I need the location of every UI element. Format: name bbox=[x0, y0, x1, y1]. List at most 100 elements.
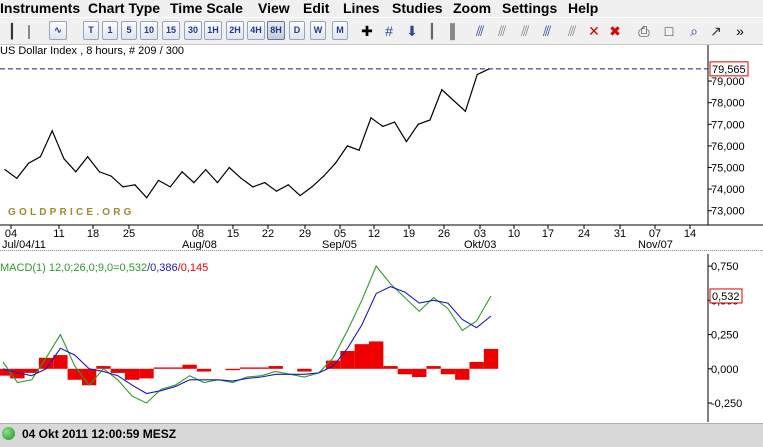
timeframe-5-button[interactable]: 5 bbox=[121, 21, 137, 40]
status-datetime: 04 Okt 2011 12:00:59 MESZ bbox=[22, 427, 177, 441]
menu-lines[interactable]: Lines bbox=[343, 0, 380, 16]
price-data-point bbox=[358, 149, 360, 151]
macd-histogram-bar bbox=[239, 367, 255, 369]
x-tick-label: 10 bbox=[508, 228, 520, 240]
macd-histogram-bar bbox=[254, 367, 269, 369]
x-tick-label: 24 bbox=[578, 228, 590, 240]
x-tick-label: 26 bbox=[438, 228, 450, 240]
macd-histogram-bar bbox=[139, 368, 154, 379]
menu-edit[interactable]: Edit bbox=[303, 0, 329, 16]
price-data-point bbox=[311, 186, 313, 188]
x-tick-label: 25 bbox=[123, 228, 135, 240]
price-chart-panel[interactable]: US Dollar Index , 8 hours, # 209 / 300 7… bbox=[0, 45, 763, 251]
macd-histogram-bar bbox=[125, 368, 140, 380]
price-data-point bbox=[146, 197, 148, 199]
chart-header-label: US Dollar Index , 8 hours, # 209 / 300 bbox=[0, 45, 185, 57]
macd-header-macd: 0,532 bbox=[119, 262, 148, 274]
ohlc-bars-icon[interactable]: ┃ bbox=[3, 21, 21, 41]
close-x-icon[interactable]: ✕ bbox=[585, 21, 603, 41]
price-data-point bbox=[39, 156, 42, 158]
price-data-point bbox=[464, 110, 466, 112]
grid-icon[interactable]: # bbox=[380, 21, 398, 41]
price-data-point bbox=[193, 182, 195, 184]
macd-chart-svg[interactable]: 0,7500,5000,2500,000-0,2500,532 bbox=[0, 254, 763, 422]
macd-histogram-bar bbox=[196, 368, 212, 372]
x-tick-label: 17 bbox=[542, 228, 554, 240]
indicator-b-icon[interactable]: ⫻ bbox=[493, 21, 511, 41]
timeframe-4h-button[interactable]: 4H bbox=[247, 21, 265, 40]
ohlc-alt-icon[interactable]: ∣ bbox=[20, 21, 38, 41]
price-data-point bbox=[405, 140, 407, 143]
x-tick-label: 11 bbox=[53, 228, 64, 240]
timeframe-15-button[interactable]: 15 bbox=[162, 21, 180, 40]
macd-histogram-bar bbox=[325, 360, 341, 369]
macd-histogram-bar bbox=[455, 368, 470, 380]
timeframe-10-button[interactable]: 10 bbox=[140, 21, 158, 40]
macd-last-value-label: 0,532 bbox=[712, 291, 740, 303]
price-data-point bbox=[87, 156, 89, 158]
price-data-point bbox=[299, 194, 301, 197]
macd-histogram-bar bbox=[67, 368, 82, 380]
timeframe-8h-button[interactable]: 8H bbox=[267, 21, 285, 40]
x-tick-label: 29 bbox=[299, 228, 311, 240]
timeframe-w-button[interactable]: W bbox=[310, 21, 326, 40]
print-icon[interactable]: ⎙ bbox=[635, 21, 653, 41]
zoom-icon[interactable]: ⌕ bbox=[685, 21, 703, 41]
macd-panel[interactable]: MACD(1) 12,0;26,0;9,0=0,532/0,386/0,145 … bbox=[0, 254, 763, 422]
timeframe-m-button[interactable]: M bbox=[332, 21, 348, 40]
timeframe-30-button[interactable]: 30 bbox=[184, 21, 202, 40]
timeframe-1h-button[interactable]: 1H bbox=[204, 21, 222, 40]
macd-histogram-bar bbox=[369, 341, 384, 369]
x-tick-label: 14 bbox=[684, 228, 696, 240]
price-data-point bbox=[334, 162, 337, 164]
bars-icon[interactable]: ┃ bbox=[423, 21, 441, 41]
price-data-point bbox=[382, 125, 384, 128]
menu-view[interactable]: View bbox=[258, 0, 290, 16]
timeframe-t-button[interactable]: T bbox=[83, 21, 99, 40]
macd-header-prefix: MACD(1) 12,0;26,0;9,0= bbox=[0, 262, 120, 274]
menu-chart-type[interactable]: Chart Type bbox=[88, 0, 160, 16]
remove-indicator-icon[interactable]: ⫻ bbox=[563, 21, 581, 41]
macd-histogram-bar bbox=[412, 368, 427, 378]
price-chart-svg[interactable]: 79,000 78,000 77,000 76,000 75,000 74,000 73,0… bbox=[0, 45, 763, 251]
price-data-point bbox=[134, 184, 136, 186]
macd-histogram-bar bbox=[225, 368, 240, 371]
price-data-point bbox=[4, 169, 6, 171]
x-month-label: Jul/04/11 bbox=[2, 239, 46, 250]
indicator-a-icon[interactable]: ⫻ bbox=[471, 21, 489, 41]
menu-time-scale[interactable]: Time Scale bbox=[170, 0, 243, 16]
more-icon[interactable]: » bbox=[731, 21, 749, 41]
macd-histogram-bar bbox=[297, 368, 312, 372]
indicator-c-icon[interactable]: ⫻ bbox=[516, 21, 534, 41]
macd-y-tick-label: 0,250 bbox=[711, 330, 739, 342]
timeframe-d-button[interactable]: D bbox=[289, 21, 305, 40]
menu-zoom[interactable]: Zoom bbox=[453, 0, 491, 16]
macd-histogram-bar bbox=[397, 368, 413, 375]
x-tick-label: 22 bbox=[262, 228, 274, 240]
macd-y-tick-label: 0,000 bbox=[711, 364, 739, 376]
studies-icon[interactable]: ▌ bbox=[446, 21, 464, 41]
x-tick-label: 31 bbox=[614, 228, 626, 240]
x-tick-label: 12 bbox=[368, 228, 380, 240]
pin-icon[interactable]: ↗ bbox=[707, 21, 725, 41]
price-data-point bbox=[28, 162, 30, 164]
window-icon[interactable]: □ bbox=[660, 21, 678, 41]
y-tick-label: 77,000 bbox=[711, 119, 745, 131]
arrow-down-icon[interactable]: ⬇ bbox=[403, 21, 421, 41]
timeframe-1-button[interactable]: 1 bbox=[102, 21, 118, 40]
timeframe-2h-button[interactable]: 2H bbox=[226, 21, 244, 40]
macd-histogram-bar bbox=[354, 344, 369, 369]
delete-all-icon[interactable]: ✖ bbox=[606, 21, 624, 41]
connection-status-icon bbox=[2, 427, 15, 440]
menu-instruments[interactable]: Instruments bbox=[0, 0, 80, 16]
indicator-d-icon[interactable]: ⫻ bbox=[538, 21, 556, 41]
price-data-point bbox=[393, 121, 396, 123]
menu-help[interactable]: Help bbox=[568, 0, 598, 16]
line-chart-icon[interactable]: ∿ bbox=[49, 21, 67, 40]
price-data-point bbox=[476, 74, 478, 76]
menu-settings[interactable]: Settings bbox=[502, 0, 557, 16]
crosshair-icon[interactable]: ✚ bbox=[358, 21, 376, 41]
price-data-point bbox=[98, 171, 101, 173]
price-data-point bbox=[264, 182, 266, 184]
menu-studies[interactable]: Studies bbox=[392, 0, 443, 16]
